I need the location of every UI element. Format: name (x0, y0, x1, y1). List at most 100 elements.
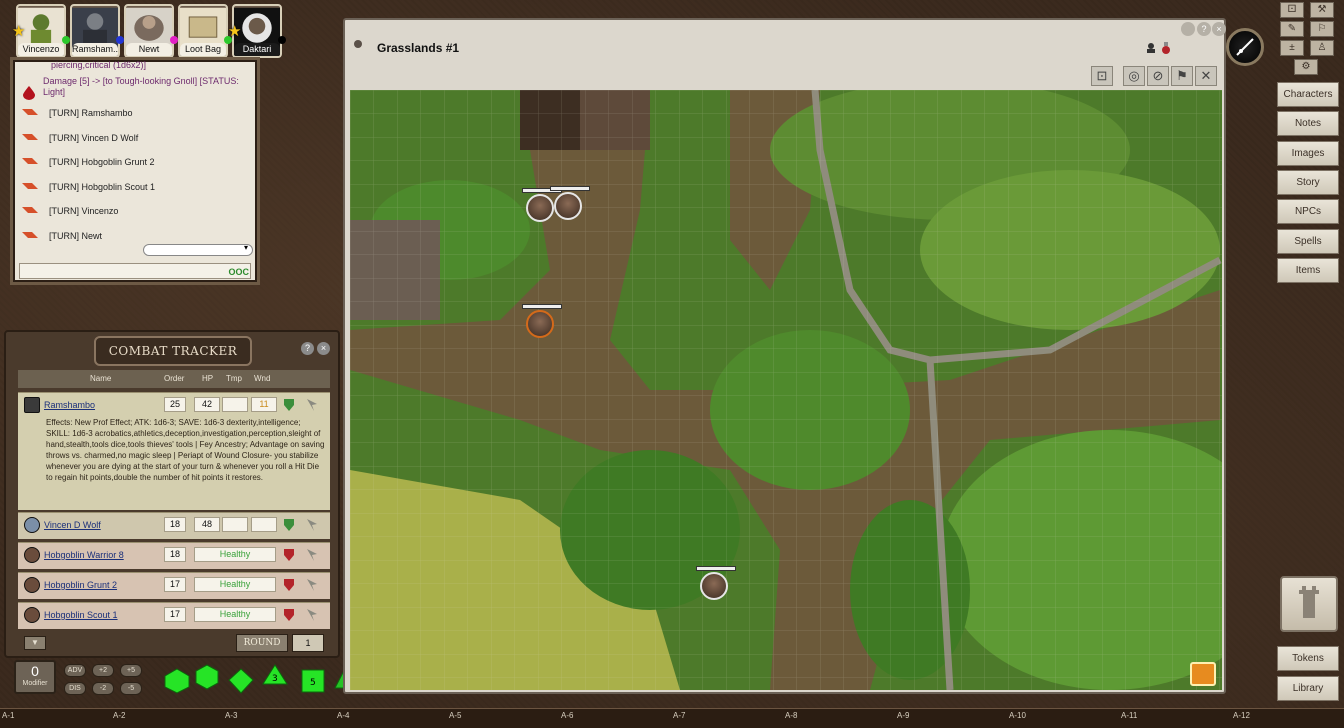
sidebar-story[interactable]: Story (1277, 170, 1339, 195)
hotkey-slot[interactable]: A-8 (785, 711, 797, 720)
help-button[interactable]: ? (301, 342, 314, 355)
ooc-label[interactable]: OOC (228, 267, 249, 277)
combat-row-active[interactable]: Ramshambo 25 42 11 Effects: New Prof Eff… (18, 392, 330, 510)
hotkey-slot[interactable]: A-5 (449, 711, 461, 720)
person-icon[interactable]: ♙ (1310, 40, 1334, 56)
targeting-icon[interactable] (305, 578, 319, 592)
disadvantage-button[interactable]: DIS (64, 682, 86, 695)
foe-shield-icon[interactable] (284, 609, 294, 621)
hp-field[interactable]: 42 (194, 397, 220, 412)
wounds-field[interactable]: 11 (251, 397, 277, 412)
target-icon[interactable]: ◎ (1123, 66, 1145, 86)
d20-icon[interactable] (164, 668, 190, 694)
hotkey-slot[interactable]: A-6 (561, 711, 573, 720)
foe-shield-icon[interactable] (284, 579, 294, 591)
enemy-token[interactable] (550, 186, 590, 220)
flag-icon[interactable]: ⚑ (1171, 66, 1193, 86)
targeting-icon[interactable] (305, 518, 319, 532)
sidebar-characters[interactable]: Characters (1277, 82, 1339, 107)
sidebar-notes[interactable]: Notes (1277, 111, 1339, 136)
combatant-name[interactable]: Hobgoblin Scout 1 (44, 610, 118, 620)
initiative-field[interactable]: 17 (164, 607, 186, 622)
chat-mode-dropdown[interactable]: ▾ (143, 243, 253, 256)
flag-tool-icon[interactable]: ⚐ (1310, 21, 1334, 37)
player-token[interactable] (522, 304, 562, 338)
players-icon[interactable] (1145, 42, 1157, 54)
sidebar-npcs[interactable]: NPCs (1277, 199, 1339, 224)
targeting-icon[interactable] (305, 608, 319, 622)
d6-icon[interactable]: 5 (300, 668, 326, 694)
initiative-field[interactable]: 18 (164, 547, 186, 562)
map-tools-icon[interactable]: ⚒ (1310, 2, 1334, 18)
enemy-token[interactable] (522, 188, 562, 222)
combat-row[interactable]: Hobgoblin Scout 1 17 Healthy (18, 602, 330, 629)
hotkey-slot[interactable]: A-11 (1121, 711, 1137, 720)
initiative-field[interactable]: 18 (164, 517, 186, 532)
library-icon[interactable]: ✎ (1280, 21, 1304, 37)
sidebar-library[interactable]: Library (1277, 676, 1339, 701)
minus-two-button[interactable]: -2 (92, 682, 114, 695)
hp-field[interactable]: 48 (194, 517, 220, 532)
chat-entry-input[interactable] (19, 263, 251, 279)
wounds-field[interactable] (251, 517, 277, 532)
sidebar-images[interactable]: Images (1277, 141, 1339, 166)
targeting-icon[interactable] (305, 548, 319, 562)
initiative-field[interactable]: 25 (164, 397, 186, 412)
window-pin-icon[interactable] (353, 39, 363, 49)
sidebar-items[interactable]: Items (1277, 258, 1339, 283)
targeting-icon[interactable] (305, 398, 319, 412)
hotkey-slot[interactable]: A-3 (225, 711, 237, 720)
combat-row[interactable]: Hobgoblin Grunt 2 17 Healthy (18, 572, 330, 599)
hotkey-slot[interactable]: A-12 (1233, 711, 1250, 720)
portrait-loot-bag[interactable]: Loot Bag (178, 4, 228, 58)
close-button[interactable]: × (1212, 22, 1226, 36)
lock-button[interactable] (1181, 22, 1195, 36)
d8-icon[interactable]: 3 (262, 664, 288, 690)
combatant-name[interactable]: Ramshambo (44, 400, 95, 410)
hotkey-slot[interactable]: A-10 (1009, 711, 1026, 720)
combatant-name[interactable]: Hobgoblin Grunt 2 (44, 580, 117, 590)
plus-minus-icon[interactable]: ± (1280, 40, 1304, 56)
advantage-button[interactable]: ADV (64, 664, 86, 677)
plus-five-button[interactable]: +5 (120, 664, 142, 677)
combatant-name[interactable]: Hobgoblin Warrior 8 (44, 550, 124, 560)
initiative-field[interactable]: 17 (164, 577, 186, 592)
temp-hp-field[interactable] (222, 397, 248, 412)
dice-settings-icon[interactable]: ⚀ (1280, 2, 1304, 18)
combat-tracker-launcher[interactable] (1280, 576, 1338, 632)
help-button[interactable]: ? (1197, 22, 1211, 36)
temp-hp-field[interactable] (222, 517, 248, 532)
d10-icon[interactable] (228, 668, 254, 694)
minus-five-button[interactable]: -5 (120, 682, 142, 695)
swords-icon[interactable]: ✕ (1195, 66, 1217, 86)
close-button[interactable]: × (317, 342, 330, 355)
sidebar-spells[interactable]: Spells (1277, 229, 1339, 254)
sidebar-tokens[interactable]: Tokens (1277, 646, 1339, 671)
combatant-name[interactable]: Vincen D Wolf (44, 520, 101, 530)
round-value[interactable]: 1 (292, 634, 324, 652)
friend-shield-icon[interactable] (284, 399, 294, 411)
potion-icon[interactable] (1161, 42, 1171, 54)
player-token[interactable] (696, 566, 736, 600)
modifier-box[interactable]: 0 Modifier (14, 660, 56, 694)
battle-map[interactable] (350, 90, 1222, 690)
combat-row[interactable]: Hobgoblin Warrior 8 18 Healthy (18, 542, 330, 569)
hotkey-slot[interactable]: A-1 (2, 711, 14, 720)
map-options-button[interactable] (1190, 662, 1216, 686)
hotkey-slot[interactable]: A-7 (673, 711, 685, 720)
foe-shield-icon[interactable] (284, 549, 294, 561)
plus-two-button[interactable]: +2 (92, 664, 114, 677)
collapse-button[interactable]: ▼ (24, 636, 46, 650)
hotkey-slot[interactable]: A-9 (897, 711, 909, 720)
mask-icon[interactable]: ⊘ (1147, 66, 1169, 86)
hotkey-slot[interactable]: A-2 (113, 711, 125, 720)
compass-icon[interactable] (1226, 28, 1264, 66)
portrait-newt[interactable]: Newt (124, 4, 174, 58)
hotkey-slot[interactable]: A-4 (337, 711, 349, 720)
zoom-to-fit-button[interactable]: ⊡ (1091, 66, 1113, 86)
d12-icon[interactable] (194, 664, 220, 690)
portrait-ramshambo[interactable]: Ramsham... (70, 4, 120, 58)
gear-icon[interactable]: ⚙ (1294, 59, 1318, 75)
friend-shield-icon[interactable] (284, 519, 294, 531)
combat-row[interactable]: Vincen D Wolf 18 48 (18, 512, 330, 539)
